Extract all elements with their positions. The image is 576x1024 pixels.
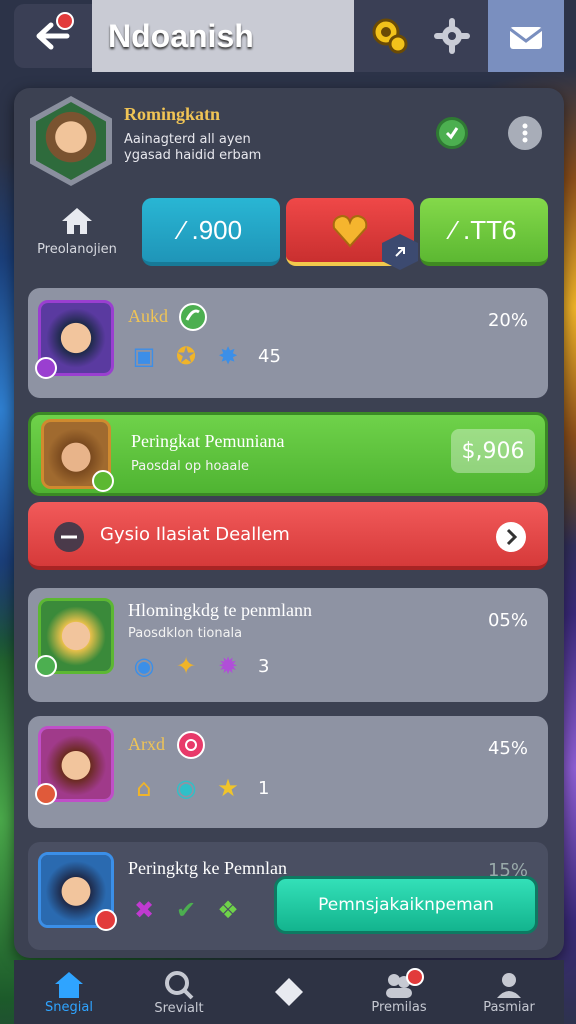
profile-subtitle: Aainagterd all ayen ygasad haidid erbam bbox=[124, 132, 261, 164]
notification-badge bbox=[56, 12, 74, 30]
row-title: Peringkat Pemuniana bbox=[131, 431, 285, 451]
item-count: 3 bbox=[258, 655, 270, 677]
player-row-3[interactable]: Hlomingkdg te penmlann Paosdklon tionala… bbox=[28, 588, 548, 702]
more-options-icon[interactable] bbox=[508, 116, 542, 150]
player-portrait bbox=[38, 852, 117, 931]
purple-gem-icon: ✹ bbox=[217, 652, 239, 680]
alert-row[interactable]: Gysio Ilasiat Deallem bbox=[28, 502, 548, 570]
stat-red-button[interactable] bbox=[286, 198, 418, 270]
backpack-icon: ▣ bbox=[132, 342, 156, 370]
nav-item-diamond[interactable] bbox=[234, 960, 344, 1024]
blue-star-icon: ✸ bbox=[217, 342, 239, 370]
page-title: Ndoanish bbox=[108, 17, 254, 54]
nav-item-home[interactable]: Snegial bbox=[14, 960, 124, 1024]
stat-green-value: ⁄ .TT6 bbox=[451, 214, 517, 245]
house-icon: ⌂ bbox=[136, 774, 152, 802]
teal-orb-icon: ◉ bbox=[175, 774, 197, 802]
reward-value-box: $,906 bbox=[451, 429, 535, 473]
row-items: ◉ ✦ ✹ 3 bbox=[128, 650, 270, 682]
top-bar: Ndoanish bbox=[0, 0, 576, 72]
row-percent: 20% bbox=[487, 310, 528, 331]
primary-action-label: Pemnsjakaiknpeman bbox=[318, 895, 494, 915]
home-shortcut[interactable]: Preolanojien bbox=[30, 206, 124, 276]
row-title: Aukd bbox=[128, 306, 168, 326]
mail-icon bbox=[509, 27, 543, 49]
diamond-icon bbox=[275, 978, 303, 1006]
nav-label: Srevialt bbox=[154, 1000, 204, 1016]
primary-action-button[interactable]: Pemnsjakaiknpeman bbox=[274, 876, 538, 934]
player-portrait bbox=[35, 726, 114, 805]
profile-name: Romingkatn bbox=[124, 104, 221, 124]
row-percent: 45% bbox=[487, 738, 528, 759]
chevron-right-icon[interactable] bbox=[494, 520, 528, 554]
reward-value: $,906 bbox=[461, 438, 525, 464]
nav-item-profile[interactable]: Pasmiar bbox=[454, 960, 564, 1024]
stat-blue-value: ⁄ .900 bbox=[179, 214, 243, 245]
gear-icon bbox=[434, 18, 470, 54]
home-icon bbox=[62, 208, 92, 234]
item-count: 45 bbox=[258, 345, 281, 367]
nav-item-search[interactable]: Srevialt bbox=[124, 960, 234, 1024]
cross-icon: ✖ bbox=[133, 896, 155, 924]
leaf-badge-icon bbox=[179, 303, 207, 331]
row-title: Hlomingkdg te penmlann bbox=[128, 600, 312, 620]
top-icon-group bbox=[354, 0, 564, 72]
home-shortcut-label: Preolanojien bbox=[37, 242, 117, 257]
nav-item-group[interactable]: Premilas bbox=[344, 960, 454, 1024]
heart-gem-icon bbox=[332, 214, 368, 248]
green-check-icon: ✔ bbox=[175, 896, 197, 924]
row-subtitle: Paosdklon tionala bbox=[128, 626, 243, 641]
verified-check-icon[interactable] bbox=[436, 117, 468, 149]
stat-green-button[interactable]: ⁄ .TT6 bbox=[420, 198, 548, 266]
player-row-4[interactable]: Arxd 45% ⌂ ◉ ★ 1 bbox=[28, 716, 548, 828]
player-portrait bbox=[35, 300, 114, 379]
row-subtitle: Paosdal op hoaale bbox=[131, 459, 249, 474]
search-icon bbox=[165, 970, 194, 999]
row-title: Arxd bbox=[128, 734, 165, 754]
player-row-1[interactable]: Aukd 20% ▣ ✪ ✸ 45 bbox=[28, 288, 548, 398]
coins-icon bbox=[372, 18, 408, 54]
mailbox-button[interactable] bbox=[488, 0, 564, 72]
profile-icon bbox=[497, 972, 521, 998]
item-count: 1 bbox=[258, 777, 270, 799]
gold-star-icon: ✦ bbox=[175, 652, 197, 680]
red-orb-icon bbox=[177, 731, 205, 759]
star-icon: ★ bbox=[217, 774, 239, 802]
nav-label: Premilas bbox=[371, 999, 427, 1015]
title-box: Ndoanish bbox=[92, 0, 354, 72]
row-items: ▣ ✪ ✸ 45 bbox=[128, 340, 281, 372]
bottom-nav: Snegial Srevialt Premilas Pasmiar bbox=[14, 960, 564, 1024]
alert-title: Gysio Ilasiat Deallem bbox=[100, 524, 290, 545]
stat-blue-button[interactable]: ⁄ .900 bbox=[142, 198, 280, 266]
player-portrait bbox=[35, 598, 114, 677]
back-button[interactable] bbox=[14, 4, 92, 68]
row-items: ✖ ✔ ❖ bbox=[128, 894, 244, 926]
minus-circle-icon bbox=[54, 522, 84, 552]
row-items: ⌂ ◉ ★ 1 bbox=[128, 772, 269, 804]
row-title: Peringktg ke Pemnlan bbox=[128, 858, 287, 878]
nav-label: Snegial bbox=[45, 999, 93, 1015]
nav-label: Pasmiar bbox=[483, 999, 535, 1015]
notification-badge bbox=[406, 968, 424, 986]
home-icon bbox=[55, 971, 83, 998]
blue-orb-icon: ◉ bbox=[133, 652, 155, 680]
profile-subtitle-line1: Aainagterd all ayen bbox=[124, 132, 251, 147]
player-row-2[interactable]: Peringkat Pemuniana Paosdal op hoaale $,… bbox=[28, 412, 548, 496]
player-portrait bbox=[41, 419, 114, 492]
coins-button[interactable] bbox=[368, 14, 412, 58]
gold-c-icon: ✪ bbox=[175, 342, 197, 370]
row-percent: 05% bbox=[487, 610, 528, 631]
gift-icon: ❖ bbox=[217, 896, 239, 924]
settings-button[interactable] bbox=[430, 14, 474, 58]
profile-subtitle-line2: ygasad haidid erbam bbox=[124, 148, 262, 163]
